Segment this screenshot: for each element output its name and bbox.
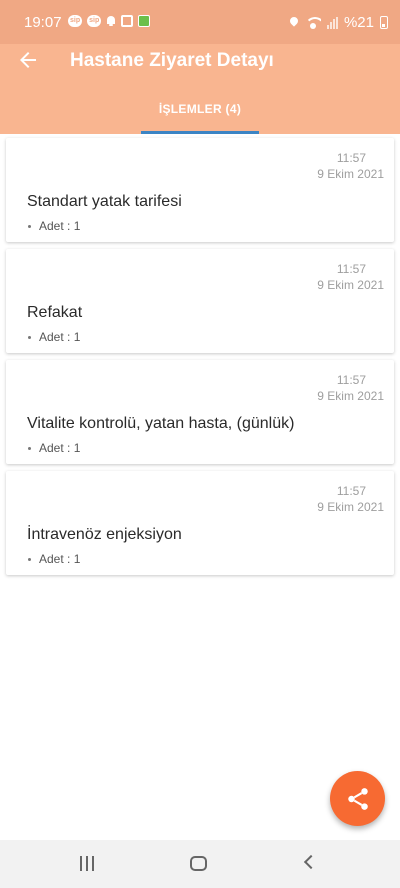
procedure-card[interactable]: 11:57 9 Ekim 2021 Refakat Adet : 1 — [6, 249, 394, 353]
procedure-detail: Adet : 1 — [28, 330, 80, 344]
app-bar: Hastane Ziyaret Detayı İŞLEMLER (4) — [0, 44, 400, 134]
sip-notification-icon: sip — [87, 15, 102, 27]
procedure-name: Vitalite kontrolü, yatan hasta, (günlük) — [27, 415, 295, 432]
procedure-card[interactable]: 11:57 9 Ekim 2021 Vitalite kontrolü, yat… — [6, 360, 394, 464]
recents-button[interactable] — [80, 856, 94, 871]
system-nav-bar — [0, 840, 400, 888]
procedure-date: 9 Ekim 2021 — [317, 278, 384, 292]
home-button[interactable] — [190, 856, 207, 871]
back-button[interactable] — [16, 48, 40, 72]
signal-icon — [326, 16, 338, 29]
procedure-list: 11:57 9 Ekim 2021 Standart yatak tarifes… — [6, 138, 394, 582]
procedure-detail: Adet : 1 — [28, 219, 80, 233]
battery-percent: %21 — [343, 14, 374, 31]
status-bar: 19:07 sip sip %21 — [0, 0, 400, 44]
bullet-icon — [28, 446, 31, 450]
procedure-card[interactable]: 11:57 9 Ekim 2021 İntravenöz enjeksiyon … — [6, 471, 394, 575]
procedure-time: 11:57 — [336, 151, 366, 165]
procedure-date: 9 Ekim 2021 — [317, 389, 384, 403]
system-icons: %21 — [289, 14, 388, 31]
procedure-quantity: Adet : 1 — [39, 441, 81, 455]
bullet-icon — [28, 557, 31, 561]
procedure-quantity: Adet : 1 — [39, 330, 81, 344]
system-back-button[interactable] — [303, 854, 319, 870]
battery-icon — [380, 16, 388, 29]
procedure-time: 11:57 — [336, 373, 366, 387]
bullet-icon — [28, 335, 31, 339]
procedure-detail: Adet : 1 — [28, 441, 80, 455]
procedure-date: 9 Ekim 2021 — [317, 167, 384, 181]
procedure-time: 11:57 — [336, 262, 366, 276]
app-notification-icon — [121, 15, 134, 27]
procedure-name: Standart yatak tarifesi — [27, 193, 182, 210]
bell-icon — [106, 15, 116, 27]
procedure-detail: Adet : 1 — [28, 552, 80, 566]
procedure-date: 9 Ekim 2021 — [317, 500, 384, 514]
procedure-card[interactable]: 11:57 9 Ekim 2021 Standart yatak tarifes… — [6, 138, 394, 242]
bullet-icon — [28, 224, 31, 228]
location-icon — [289, 17, 299, 29]
notification-icons: sip sip — [68, 15, 151, 27]
tab-indicator — [141, 131, 259, 134]
share-icon — [347, 787, 368, 810]
share-button[interactable] — [330, 771, 385, 826]
arrow-left-icon — [20, 52, 36, 68]
procedure-name: Refakat — [27, 304, 83, 321]
status-time: 19:07 — [24, 14, 62, 31]
green-app-icon — [138, 15, 151, 27]
sip-notification-icon: sip — [68, 15, 83, 27]
procedure-name: İntravenöz enjeksiyon — [27, 526, 182, 543]
page-title: Hastane Ziyaret Detayı — [70, 50, 274, 71]
procedure-quantity: Adet : 1 — [39, 219, 81, 233]
wifi-icon — [304, 16, 321, 29]
procedure-quantity: Adet : 1 — [39, 552, 81, 566]
tab-label: İŞLEMLER (4) — [158, 102, 242, 116]
procedure-time: 11:57 — [336, 484, 366, 498]
tab-islemler[interactable]: İŞLEMLER (4) — [141, 99, 259, 134]
